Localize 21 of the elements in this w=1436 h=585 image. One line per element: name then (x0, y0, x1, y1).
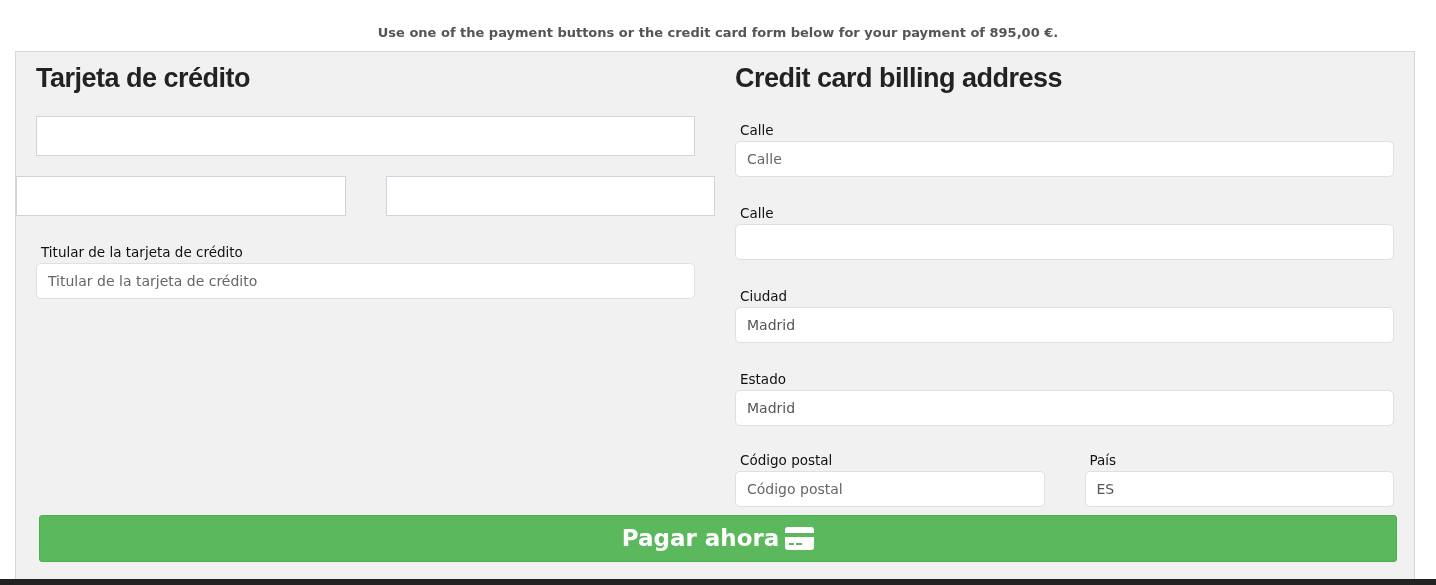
credit-card-icon (785, 527, 815, 550)
field-label: Ciudad (739, 287, 789, 306)
field-label: Titular de la tarjeta de crédito (40, 243, 244, 262)
section-heading: Credit card billing address (735, 62, 1064, 95)
field-label: País (1088, 451, 1118, 470)
text-input[interactable]: Calle (735, 141, 1394, 177)
text-input[interactable] (735, 224, 1394, 260)
field-label: Estado (739, 370, 787, 389)
text-input[interactable]: Madrid (735, 390, 1394, 426)
text-input[interactable]: Titular de la tarjeta de crédito (36, 263, 695, 299)
cvc-field[interactable] (385, 176, 715, 216)
section-heading: Tarjeta de crédito (36, 62, 252, 95)
card-number-field[interactable] (36, 116, 695, 156)
text-input[interactable]: ES (1084, 471, 1394, 507)
text-input[interactable]: Madrid (735, 307, 1394, 343)
field-label: Calle (739, 121, 775, 140)
field-label: Calle (739, 204, 775, 223)
expiry-field[interactable] (16, 176, 346, 216)
payment-notice: Use one of the payment buttons or the credit card form below for your payment of 895,00 €. (376, 24, 1060, 42)
text-input[interactable]: Código postal (735, 471, 1045, 507)
field-label: Código postal (739, 451, 834, 470)
